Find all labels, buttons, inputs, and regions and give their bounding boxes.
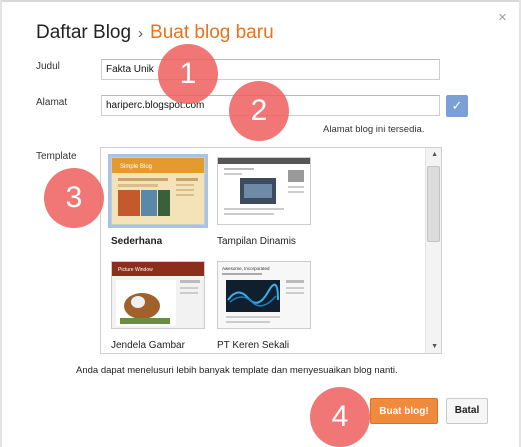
- title-label: Judul: [36, 61, 60, 72]
- template-thumb-simple[interactable]: Simple Blog: [108, 154, 208, 228]
- dynamic-template-preview: [218, 158, 310, 224]
- scroll-up-icon[interactable]: ▲: [431, 151, 438, 158]
- address-status: Alamat blog ini tersedia.: [323, 124, 425, 135]
- scrollbar-thumb[interactable]: [427, 166, 440, 242]
- breadcrumb-parent-link[interactable]: Daftar Blog: [36, 22, 131, 43]
- step-marker-4: 4: [310, 387, 370, 447]
- picture-window-template-preview: Picture Window: [112, 262, 204, 328]
- check-address-button[interactable]: ✓: [446, 95, 468, 117]
- picture-thumb-title: Picture Window: [118, 267, 153, 273]
- dialog-top-border: [0, 0, 521, 2]
- template-label: Template: [36, 151, 77, 162]
- address-label: Alamat: [36, 97, 68, 108]
- cancel-button[interactable]: Batal: [446, 398, 488, 424]
- breadcrumb-separator: ›: [138, 25, 144, 42]
- checkmark-icon: ✓: [451, 98, 463, 113]
- template-thumb-awesome-inc[interactable]: Awesome, Incorporated: [217, 261, 311, 329]
- awesome-inc-template-preview: Awesome, Incorporated: [218, 262, 310, 328]
- simple-template-preview: Simple Blog: [112, 158, 204, 224]
- step-marker-3: 3: [44, 168, 104, 228]
- dialog-left-border: [0, 0, 2, 447]
- step-marker-1: 1: [158, 44, 218, 104]
- scroll-down-icon[interactable]: ▼: [431, 343, 438, 350]
- template-thumb-dynamic[interactable]: [217, 157, 311, 225]
- create-blog-button[interactable]: Buat blog!: [370, 398, 438, 424]
- step-marker-2: 2: [229, 81, 289, 141]
- title-input[interactable]: Fakta Unik: [101, 59, 440, 80]
- awesome-thumb-title: Awesome, Incorporated: [222, 266, 270, 271]
- template-name-awesome-inc[interactable]: PT Keren Sekali: [217, 340, 289, 351]
- template-name-dynamic[interactable]: Tampilan Dinamis: [217, 236, 296, 247]
- template-name-picture-window[interactable]: Jendela Gambar: [111, 340, 185, 351]
- breadcrumb: Daftar Blog › Buat blog baru: [36, 22, 274, 44]
- page-title: Buat blog baru: [150, 22, 274, 43]
- close-icon[interactable]: ×: [498, 9, 507, 26]
- simple-thumb-title: Simple Blog: [120, 164, 152, 170]
- template-hint: Anda dapat menelusuri lebih banyak templ…: [76, 365, 398, 376]
- template-thumb-picture-window[interactable]: Picture Window: [111, 261, 205, 329]
- template-name-simple[interactable]: Sederhana: [111, 236, 162, 247]
- template-scrollbar[interactable]: ▲ ▼: [425, 148, 441, 353]
- template-gallery: Simple Blog Sederhana Tampilan Dinamis P…: [100, 147, 442, 354]
